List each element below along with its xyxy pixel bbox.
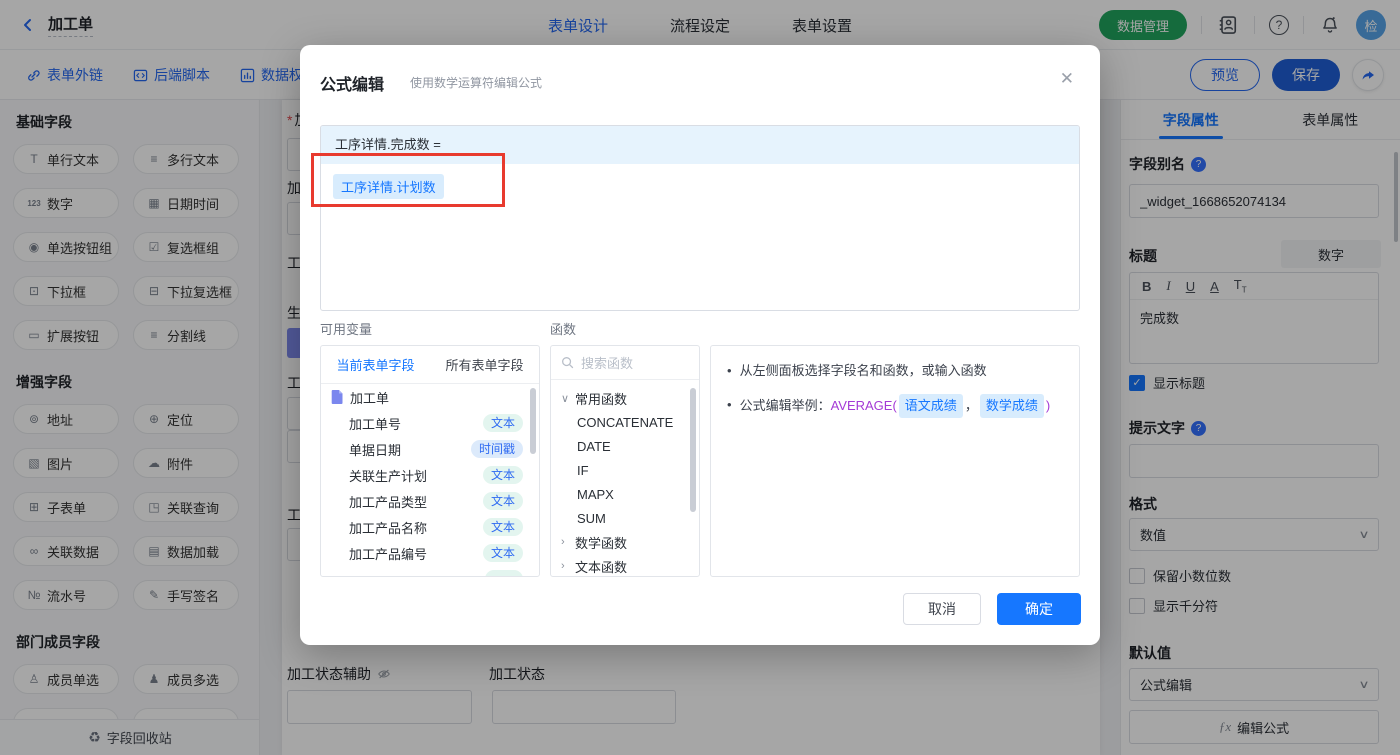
app-root: 加工单 表单设计 流程设定 表单设置 数据管理 ? 检 表单外链 后端脚本 数据… [0, 0, 1400, 755]
form-doc-icon [331, 390, 343, 404]
search-icon [562, 357, 574, 369]
example-token: 数学成绩 [979, 394, 1044, 418]
function-group[interactable]: › 文本函数 [551, 554, 699, 576]
function-group[interactable]: › 数学函数 [551, 530, 699, 554]
type-tag: 文本 [482, 518, 523, 536]
formula-target: 工序详情.完成数 = [321, 126, 1079, 164]
variable-row[interactable]: 加工产品类型 文本 [321, 488, 539, 514]
chevron-down-icon: ∨ [561, 392, 570, 405]
variables-panel: 当前表单字段 所有表单字段 加工单 加工单号 文本 单据日期 时间戳 关联生产计划文… [320, 345, 540, 577]
tab-current-form-fields[interactable]: 当前表单字段 [321, 346, 430, 383]
variable-row[interactable]: 加工产品编号 文本 [321, 540, 539, 566]
functions-scrollbar[interactable] [690, 388, 696, 512]
variable-row[interactable]: 单据日期 时间戳 [321, 436, 539, 462]
variable-row-clipped[interactable] [321, 566, 539, 576]
type-tag: 文本 [482, 492, 523, 510]
function-item[interactable]: MAPX [551, 482, 699, 506]
close-icon[interactable]: ✕ [1060, 69, 1074, 89]
tab-all-form-fields[interactable]: 所有表单字段 [430, 346, 539, 383]
function-item[interactable]: CONCATENATE [551, 410, 699, 434]
tips-panel: • 从左侧面板选择字段名和函数，或输入函数 • 公式编辑举例：AVERAGE(语… [710, 345, 1080, 577]
variable-row[interactable]: 关联生产计划 文本 [321, 462, 539, 488]
tip-line: • 从左侧面板选择字段名和函数，或输入函数 [727, 363, 987, 378]
type-tag: 时间戳 [470, 440, 523, 458]
type-tag: 文本 [482, 414, 523, 432]
variables-scrollbar[interactable] [530, 388, 536, 454]
dialog-title: 公式编辑 [320, 77, 385, 94]
formula-field-token[interactable]: 工序详情.计划数 [333, 174, 444, 199]
tree-root-form[interactable]: 加工单 [321, 384, 539, 410]
search-placeholder: 搜索函数 [581, 356, 634, 371]
type-tag [485, 570, 523, 576]
variable-row[interactable]: 加工产品名称 文本 [321, 514, 539, 540]
function-item[interactable]: SUM [551, 506, 699, 530]
confirm-button[interactable]: 确定 [997, 593, 1081, 625]
type-tag: 文本 [482, 466, 523, 484]
function-item[interactable]: IF [551, 458, 699, 482]
example-token: 语文成绩 [898, 394, 963, 418]
dialog-subtitle: 使用数学运算符编辑公式 [410, 76, 543, 90]
cancel-button[interactable]: 取消 [903, 593, 981, 625]
function-search[interactable]: 搜索函数 [551, 346, 699, 380]
functions-title: 函数 [550, 322, 577, 337]
formula-edit-dialog: 公式编辑 使用数学运算符编辑公式 ✕ 工序详情.完成数 = 工序详情.计划数 可… [300, 45, 1100, 645]
tip-line-example: • 公式编辑举例：AVERAGE(语文成绩，数学成绩) [727, 394, 1063, 418]
function-item[interactable]: DATE [551, 434, 699, 458]
function-group[interactable]: ∨ 常用函数 [551, 386, 699, 410]
type-tag: 文本 [482, 544, 523, 562]
chevron-right-icon: › [561, 536, 565, 548]
variables-title: 可用变量 [320, 322, 373, 337]
formula-editor[interactable]: 工序详情.完成数 = 工序详情.计划数 [320, 125, 1080, 311]
variable-row[interactable]: 加工单号 文本 [321, 410, 539, 436]
functions-panel: 搜索函数 ∨ 常用函数 CONCATENATE DATE IF MAPX SUM … [550, 345, 700, 577]
chevron-right-icon: › [561, 560, 565, 572]
